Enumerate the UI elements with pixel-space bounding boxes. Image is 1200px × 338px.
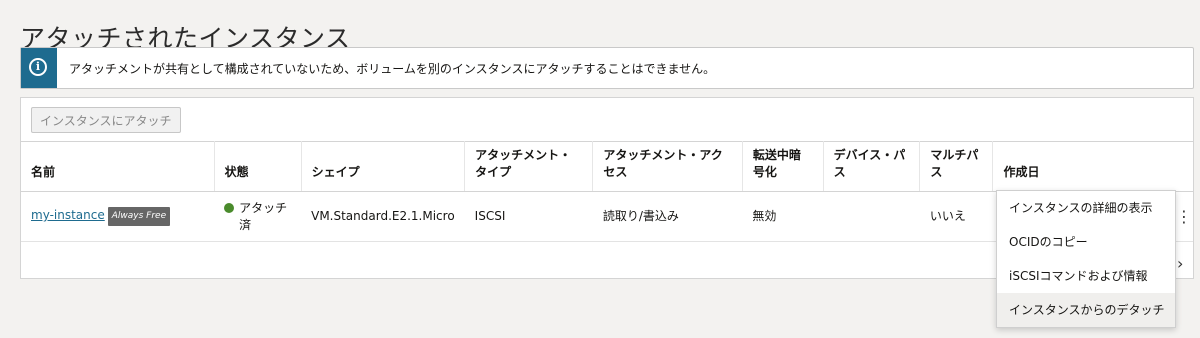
cell-name: my-instance Always Free <box>21 191 215 242</box>
menu-item-copy-ocid[interactable]: OCIDのコピー <box>997 225 1175 259</box>
column-header-name[interactable]: 名前 <box>21 141 215 192</box>
column-header-in-transit-encryption[interactable]: 転送中暗号化 <box>742 141 824 192</box>
banner-message: アタッチメントが共有として構成されていないため、ボリュームを別のインスタンスにア… <box>69 62 716 76</box>
info-banner: i アタッチメントが共有として構成されていないため、ボリュームを別のインスタンス… <box>20 47 1194 89</box>
cell-status: アタッチ済 <box>214 191 302 242</box>
banner-accent: i <box>21 48 57 88</box>
cell-multipath: いいえ <box>919 191 993 242</box>
cell-shape: VM.Standard.E2.1.Micro <box>301 191 465 242</box>
instance-name-link[interactable]: my-instance <box>31 208 105 222</box>
cell-encryption: 無効 <box>742 191 824 242</box>
column-header-attachment-access[interactable]: アタッチメント・アクセス <box>592 141 743 192</box>
cell-attachment-type: ISCSI <box>464 191 593 242</box>
column-header-created[interactable]: 作成日 <box>992 141 1193 192</box>
column-header-multipath[interactable]: マルチパス <box>919 141 994 192</box>
row-actions-menu: インスタンスの詳細の表示 OCIDのコピー iSCSIコマンドおよび情報 インス… <box>996 190 1176 328</box>
column-header-attachment-type[interactable]: アタッチメント・タイプ <box>464 141 594 192</box>
attach-instance-button[interactable]: インスタンスにアタッチ <box>31 107 181 133</box>
column-header-status[interactable]: 状態 <box>214 141 302 192</box>
column-header-shape[interactable]: シェイプ <box>301 141 466 192</box>
row-actions-kebab-icon[interactable]: ⋮ <box>1176 209 1192 225</box>
menu-item-iscsi-commands[interactable]: iSCSIコマンドおよび情報 <box>997 259 1175 293</box>
table-header-row: 名前 状態 シェイプ アタッチメント・タイプ アタッチメント・アクセス 転送中暗… <box>21 141 1193 192</box>
info-icon: i <box>29 58 47 76</box>
cell-device-path <box>823 191 920 242</box>
status-dot-icon <box>224 202 235 213</box>
menu-item-view-instance-details[interactable]: インスタンスの詳細の表示 <box>997 191 1175 225</box>
column-header-device-path[interactable]: デバイス・パス <box>823 141 921 192</box>
scroll-right-chevron-icon[interactable]: › <box>1177 254 1183 273</box>
cell-access: 読取り/書込み <box>592 191 743 242</box>
menu-item-detach-instance[interactable]: インスタンスからのデタッチ <box>997 293 1175 327</box>
status-text: アタッチ済 <box>239 200 288 232</box>
always-free-badge: Always Free <box>107 207 171 226</box>
